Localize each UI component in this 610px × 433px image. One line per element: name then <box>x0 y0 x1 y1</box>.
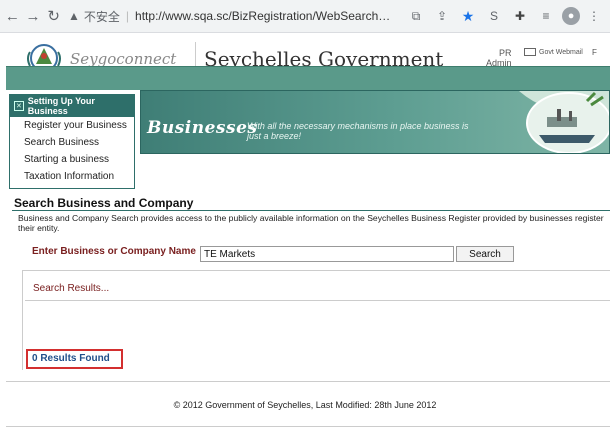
govt-webmail-link[interactable]: Govt Webmail <box>524 48 583 56</box>
search-results-panel: Search Results... 0 Results Found <box>22 270 610 370</box>
banner-title: Businesses <box>147 118 258 138</box>
translate-icon[interactable]: ⧉ <box>406 6 426 26</box>
page-title: Search Business and Company <box>14 196 194 210</box>
businesses-banner: Businesses With all the necessary mechan… <box>140 90 610 154</box>
search-input[interactable] <box>200 246 454 262</box>
compass-icon: ✕ <box>14 101 24 111</box>
sidebar-heading-label: Setting Up Your Business <box>27 96 95 116</box>
forward-icon[interactable]: → <box>25 5 42 27</box>
admin-link[interactable]: PR Admin <box>486 48 512 68</box>
footer-bottom-rule <box>6 426 610 433</box>
browser-toolbar: ← → ↻ ▲ 不安全 | http://www.sqa.sc/BizRegis… <box>0 0 610 33</box>
sidebar-heading: ✕ Setting Up Your Business <box>10 95 134 117</box>
results-divider <box>25 300 610 301</box>
url-separator: | <box>125 9 130 23</box>
port-scene-image <box>519 91 609 153</box>
admin-top-label: PR <box>499 48 512 58</box>
mail-icon <box>524 48 536 56</box>
menu-icon[interactable]: ⋮ <box>584 6 604 26</box>
site-footer: © 2012 Government of Seychelles, Last Mo… <box>173 400 437 410</box>
profile-icon[interactable]: ● <box>562 7 581 25</box>
search-results-heading: Search Results... <box>33 283 110 294</box>
insecure-label[interactable]: 不安全 <box>84 8 120 25</box>
page: Seygoconnect Seychelles Government PR Ad… <box>0 34 610 433</box>
back-icon[interactable]: ← <box>4 5 21 27</box>
star-icon[interactable]: ★ <box>458 6 478 26</box>
sidebar-item-taxation-info[interactable]: Taxation Information <box>10 168 134 185</box>
sidebar-item-register-business[interactable]: Register your Business <box>10 117 134 134</box>
extension-icon[interactable]: S <box>484 6 504 26</box>
address-bar[interactable]: ▲ 不安全 | http://www.sqa.sc/BizRegistratio… <box>68 4 399 28</box>
reload-icon[interactable]: ↻ <box>45 5 62 27</box>
warning-icon[interactable]: ▲ <box>68 9 80 23</box>
feed-link[interactable]: F <box>592 48 597 57</box>
footer-divider <box>6 381 610 382</box>
search-label: Enter Business or Company Name <box>32 246 196 257</box>
sidebar-nav: ✕ Setting Up Your Business Register your… <box>9 94 135 189</box>
sidebar-item-starting-business[interactable]: Starting a business <box>10 151 134 168</box>
url-text[interactable]: http://www.sqa.sc/BizRegistration/WebSea… <box>135 9 395 23</box>
sidebar-item-search-business[interactable]: Search Business <box>10 134 134 151</box>
search-form: Enter Business or Company Name Search <box>14 240 610 264</box>
page-description: Business and Company Search provides acc… <box>18 213 604 233</box>
header-green-band <box>6 66 610 90</box>
banner-tagline: With all the necessary mechanisms in pla… <box>247 121 469 141</box>
title-divider <box>12 210 610 211</box>
site-header: Seygoconnect Seychelles Government PR Ad… <box>0 34 610 90</box>
toolbar-icons: ⧉ ⇪ ★ S ✚ ≡ ● ⋮ <box>406 6 610 26</box>
puzzle-icon[interactable]: ✚ <box>510 6 530 26</box>
reading-list-icon[interactable]: ≡ <box>536 6 556 26</box>
share-icon[interactable]: ⇪ <box>432 6 452 26</box>
govt-webmail-label: Govt Webmail <box>539 48 583 56</box>
search-button[interactable]: Search <box>456 246 514 262</box>
results-count: 0 Results Found <box>26 349 123 369</box>
